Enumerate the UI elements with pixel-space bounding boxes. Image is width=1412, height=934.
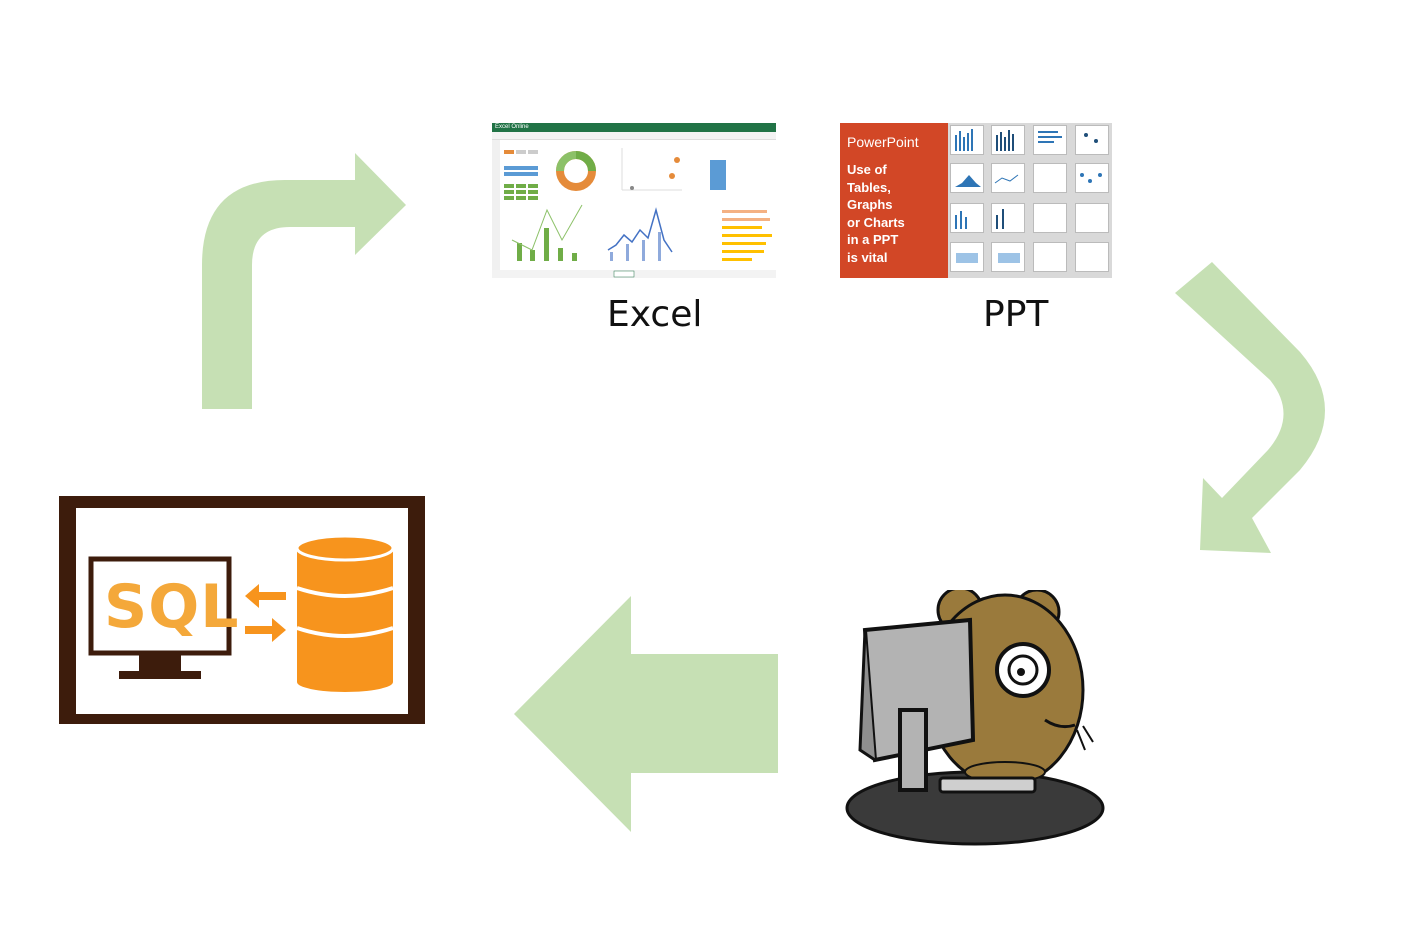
excel-caption: Excel [607,294,703,335]
bear-at-computer-illustration [845,590,1105,846]
arrow-right-icon [245,618,286,642]
arrow-left-icon [245,584,286,608]
arrow-bent-up-right [202,153,406,409]
excel-titlebar: Excel Online [492,123,776,132]
ppt-app-title: PowerPoint [847,134,919,150]
ppt-caption: PPT [983,294,1049,335]
excel-ribbon [492,132,776,140]
slide-chart-marks [955,129,1102,263]
excel-thumbnail: Excel Online [492,123,776,278]
arrow-left [514,596,778,832]
ppt-body-text: Use of Tables, Graphs or Charts in a PPT… [847,162,905,265]
excel-dashboard-graphic [492,140,776,278]
arrow-curved-down [1175,262,1325,553]
ppt-thumbnail: PowerPoint Use of Tables, Graphs or Char… [840,123,1112,278]
sql-label: SQL [104,572,240,642]
database-icon [295,534,395,692]
